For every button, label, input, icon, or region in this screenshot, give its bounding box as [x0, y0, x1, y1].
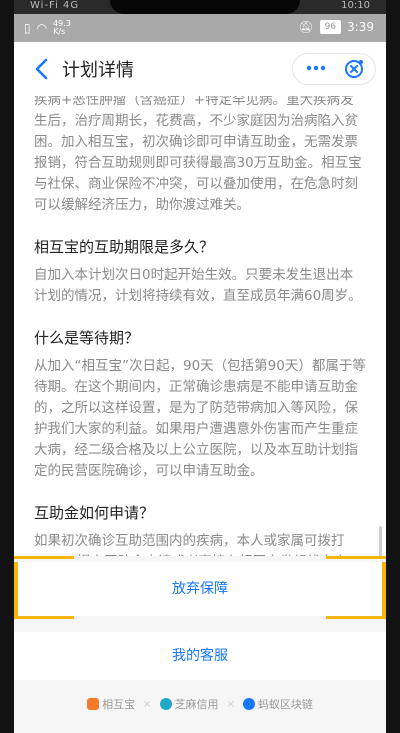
phone-bezel-right — [386, 0, 400, 733]
more-icon[interactable] — [303, 58, 329, 78]
brand-separator: × — [143, 698, 152, 710]
app-screen: ▯ ◠ 49.3 K/s 🔕︎ 96 3:39 计划详情 疾病+恶性肿瘤（含癌症… — [14, 14, 386, 733]
sim-icon: ▯ — [24, 21, 31, 35]
plan-detail-content: 疾病+恶性肿瘤（含癌症）+特定罕见病。重大疾病发生后，治疗周期长，花费高，不少家… — [14, 96, 386, 556]
close-mini-app-icon[interactable] — [343, 58, 365, 80]
faq-answer: 自加入本计划次日0时起开始生效。只要未发生退出本计划的情况，计划将持续有效，直至… — [34, 267, 362, 304]
device-signal-text: Wi-Fi 4G — [30, 0, 80, 11]
intro-paragraph: 疾病+恶性肿瘤（含癌症）+特定罕见病。重大疾病发生后，治疗周期长，花费高，不少家… — [34, 96, 362, 213]
status-bar: ▯ ◠ 49.3 K/s 🔕︎ 96 3:39 — [14, 14, 386, 42]
zhima-logo-icon — [159, 698, 172, 710]
mute-icon: 🔕︎ — [298, 20, 314, 34]
brand-zhima: 芝麻信用 — [159, 696, 219, 712]
back-arrow-icon[interactable] — [32, 57, 52, 81]
faq-question: 什么是等待期？ — [34, 329, 140, 347]
page-title: 计划详情 — [62, 60, 134, 81]
status-time: 3:39 — [347, 20, 374, 34]
highlight-frame — [14, 616, 74, 619]
highlight-frame — [14, 556, 74, 559]
faq-answer: 如果初次确诊互助范围内的疾病，本人或家属可拨打95188提交互助金申请或者直接在… — [34, 533, 347, 556]
xianghubao-logo-icon — [87, 698, 100, 710]
my-service-button[interactable]: 我的客服 — [14, 632, 386, 680]
net-speed-unit: K/s — [53, 27, 66, 36]
abandon-coverage-button[interactable]: 放弃保障 — [14, 562, 386, 616]
scrollbar[interactable] — [379, 526, 382, 556]
faq-answer: 从加入“相互宝”次日起，90天（包括第90天）都属于等待期。在这个期间内，正常确… — [34, 358, 366, 479]
faq-question: 相互宝的互助期限是多久？ — [34, 238, 215, 256]
wifi-icon: ◠ — [36, 21, 48, 35]
phone-bezel-left — [0, 0, 14, 733]
phone-notch — [110, 0, 300, 14]
ant-blockchain-logo-icon — [242, 698, 255, 710]
highlight-frame — [326, 556, 386, 559]
battery-indicator: 96 — [319, 20, 342, 34]
brand-xianghubao: 相互宝 — [87, 696, 135, 712]
device-clock: 10:10 — [341, 0, 370, 11]
footer-brands: 相互宝 × 芝麻信用 × 蚂蚁区块链 — [14, 696, 386, 712]
bottom-actions: 放弃保障 我的客服 相互宝 × 芝麻信用 × 蚂蚁区块链 — [14, 556, 386, 733]
faq-question: 互助金如何申请？ — [34, 504, 155, 522]
mini-app-capsule — [292, 53, 376, 85]
brand-separator: × — [226, 698, 235, 710]
brand-ant-blockchain: 蚂蚁区块链 — [242, 696, 313, 712]
page-header: 计划详情 — [14, 42, 386, 97]
highlight-frame — [326, 616, 386, 619]
